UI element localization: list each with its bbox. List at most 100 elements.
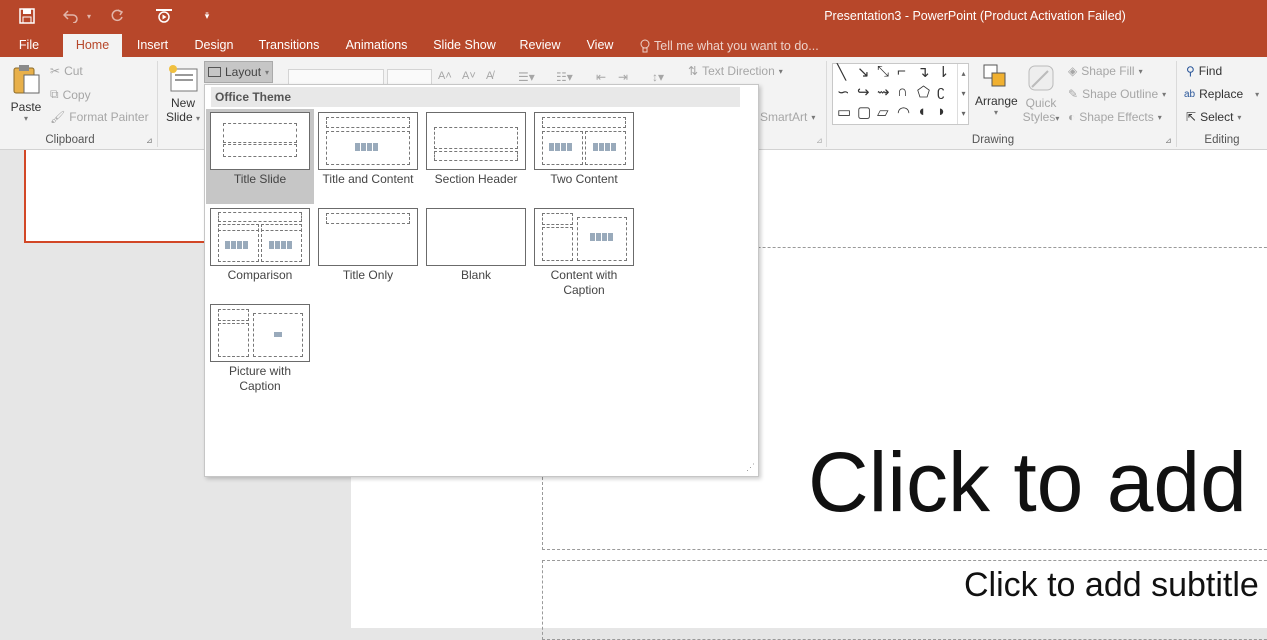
layout-section-header[interactable]: Section Header [422, 109, 530, 204]
text-direction-label: Text Direction [702, 64, 775, 78]
chevron-down-icon: ▾ [1055, 114, 1060, 123]
replace-icon: ab [1184, 88, 1196, 100]
curve-icon[interactable]: ∩ [897, 83, 908, 100]
arrow-shape-icon[interactable]: ↘ [857, 63, 870, 81]
undo-icon[interactable] [60, 5, 82, 27]
elbow-double-arrow-icon[interactable]: ⇂ [937, 63, 950, 81]
tab-animations[interactable]: Animations [338, 34, 415, 57]
layout-gallery: Office Theme Title Slide Title and Conte… [204, 84, 759, 477]
decrease-indent-icon[interactable]: ⇤ [596, 70, 606, 84]
shape-effects-button[interactable]: ◐ Shape Effects ▾ [1068, 110, 1162, 124]
freeform-icon[interactable]: ⬠ [917, 83, 930, 101]
round-same-side-icon[interactable]: ◖ [917, 103, 926, 120]
new-slide-button[interactable]: New Slide ▾ [164, 63, 202, 131]
text-direction-button[interactable]: ⇅ Text Direction ▾ [688, 64, 783, 78]
resize-grip-icon[interactable]: ⋰ [746, 462, 755, 473]
layout-title-slide[interactable]: Title Slide [206, 109, 314, 204]
layout-comparison[interactable]: Comparison [206, 205, 314, 300]
dialog-launcher-icon[interactable]: ⊿ [146, 136, 153, 145]
layout-name: Picture with Caption [228, 364, 292, 393]
bullets-icon[interactable]: ☰▾ [518, 70, 535, 84]
shapes-gallery[interactable]: ╲ ↘ ⤡ ⌐ ↴ ⇂ ∽ ↪ ⇝ ∩ ⬠ ʗ ▭ ▢ ▱ ◠ ◖ ◗ ▴ ▾ ▾ [832, 63, 969, 125]
content-icons [355, 143, 379, 153]
present-from-start-icon[interactable] [152, 5, 176, 27]
rounded-rectangle-icon[interactable]: ▢ [857, 103, 871, 121]
tab-insert[interactable]: Insert [130, 34, 175, 57]
gallery-scroll[interactable]: ▴ ▾ ▾ [957, 64, 969, 124]
tab-home[interactable]: Home [63, 34, 122, 57]
layout-name: Title and Content [322, 172, 414, 186]
shape-outline-button[interactable]: ✎ Shape Outline ▾ [1068, 87, 1166, 101]
slide-thumbnail[interactable] [24, 150, 214, 243]
tab-transitions[interactable]: Transitions [253, 34, 325, 57]
snip-round-icon[interactable]: ◗ [937, 103, 946, 120]
editing-group-label: Editing [1204, 134, 1240, 146]
paintbrush-icon: 🖌 [50, 110, 66, 124]
layout-blank[interactable]: Blank [422, 205, 530, 300]
layout-preview [534, 208, 634, 266]
line-shape-icon[interactable]: ╲ [837, 63, 846, 81]
elbow-connector-icon[interactable]: ⌐ [897, 63, 906, 80]
arrange-label: Arrange [975, 94, 1018, 108]
subtitle-placeholder-text: Click to add subtitle [964, 566, 1259, 604]
customize-qat-icon[interactable]: ▾̄ [200, 5, 214, 27]
tell-me-box[interactable]: Tell me what you want to do... [640, 34, 825, 57]
layout-title-and-content[interactable]: Title and Content [314, 109, 422, 204]
smartart-button[interactable]: SmartArt ▾ [760, 110, 815, 124]
redo-icon[interactable] [106, 5, 128, 27]
paste-button[interactable]: Paste ▾ [8, 63, 44, 131]
shape-fill-button[interactable]: ◈ Shape Fill ▾ [1068, 64, 1143, 78]
layout-title-only[interactable]: Title Only [314, 205, 422, 300]
clear-formatting-icon[interactable]: A̸ [486, 70, 493, 82]
replace-button[interactable]: ab Replace ▾ [1184, 87, 1259, 101]
double-arrow-shape-icon[interactable]: ⤡ [877, 63, 889, 80]
title-bar: ▾ ▾̄ Presentation3 - PowerPoint (Product… [0, 0, 1267, 34]
scribble-icon[interactable]: ʗ [937, 83, 945, 100]
rectangle-shape-icon[interactable]: ▭ [837, 103, 851, 121]
select-button[interactable]: ⇱ Select ▾ [1186, 110, 1241, 124]
layout-picture-with-caption[interactable]: Picture with Caption [206, 301, 314, 396]
layout-two-content[interactable]: Two Content [530, 109, 638, 204]
layout-name: Title Slide [233, 172, 287, 186]
shrink-font-icon[interactable]: A˅ [462, 70, 476, 82]
format-painter-button[interactable]: 🖌 Format Painter [50, 110, 149, 124]
layout-preview [318, 112, 418, 170]
curved-connector-icon[interactable]: ∽ [837, 83, 850, 101]
find-label: Find [1198, 64, 1223, 78]
shape-outline-label: Shape Outline [1082, 87, 1159, 101]
tab-slide-show[interactable]: Slide Show [428, 34, 501, 57]
chevron-down-icon: ▾ [1162, 89, 1167, 99]
curved-arrow-icon[interactable]: ↪ [857, 83, 870, 101]
quick-styles-label: Quick [1025, 96, 1057, 110]
cursor-icon: ⇱ [1186, 110, 1197, 124]
copy-button[interactable]: ⧉ Copy [50, 87, 91, 102]
snip-rectangle-icon[interactable]: ▱ [877, 103, 889, 121]
layout-content-with-caption[interactable]: Content with Caption [530, 205, 638, 300]
numbering-icon[interactable]: ☷▾ [556, 70, 573, 84]
content-icons [590, 233, 614, 243]
tab-view[interactable]: View [580, 34, 620, 57]
save-icon[interactable] [16, 5, 38, 27]
arrange-button[interactable]: Arrange ▾ [975, 63, 1018, 117]
tab-file[interactable]: File [10, 34, 48, 57]
cut-button[interactable]: ✂ Cut [50, 64, 83, 78]
line-spacing-icon[interactable]: ↕▾ [652, 70, 664, 84]
quick-styles-button[interactable]: Quick Styles▾ [1020, 63, 1062, 124]
round-single-corner-icon[interactable]: ◠ [897, 103, 910, 121]
grow-font-icon[interactable]: A˄ [438, 70, 452, 82]
chevron-down-icon: ▾ [196, 114, 201, 123]
find-button[interactable]: ⚲ Find [1186, 64, 1222, 78]
replace-label: Replace [1199, 87, 1244, 101]
tab-design[interactable]: Design [188, 34, 240, 57]
layout-button[interactable]: Layout ▾ [204, 61, 274, 83]
increase-indent-icon[interactable]: ⇥ [618, 70, 628, 84]
layout-name: Content with Caption [550, 268, 618, 297]
content-icons [225, 241, 249, 251]
undo-dropdown-icon[interactable]: ▾ [84, 5, 94, 27]
paste-label: Paste [10, 100, 42, 114]
curved-double-arrow-icon[interactable]: ⇝ [877, 83, 890, 101]
elbow-arrow-icon[interactable]: ↴ [917, 63, 930, 81]
dialog-launcher-icon[interactable]: ⊿ [816, 136, 823, 145]
dialog-launcher-icon[interactable]: ⊿ [1165, 136, 1172, 145]
tab-review[interactable]: Review [514, 34, 566, 57]
